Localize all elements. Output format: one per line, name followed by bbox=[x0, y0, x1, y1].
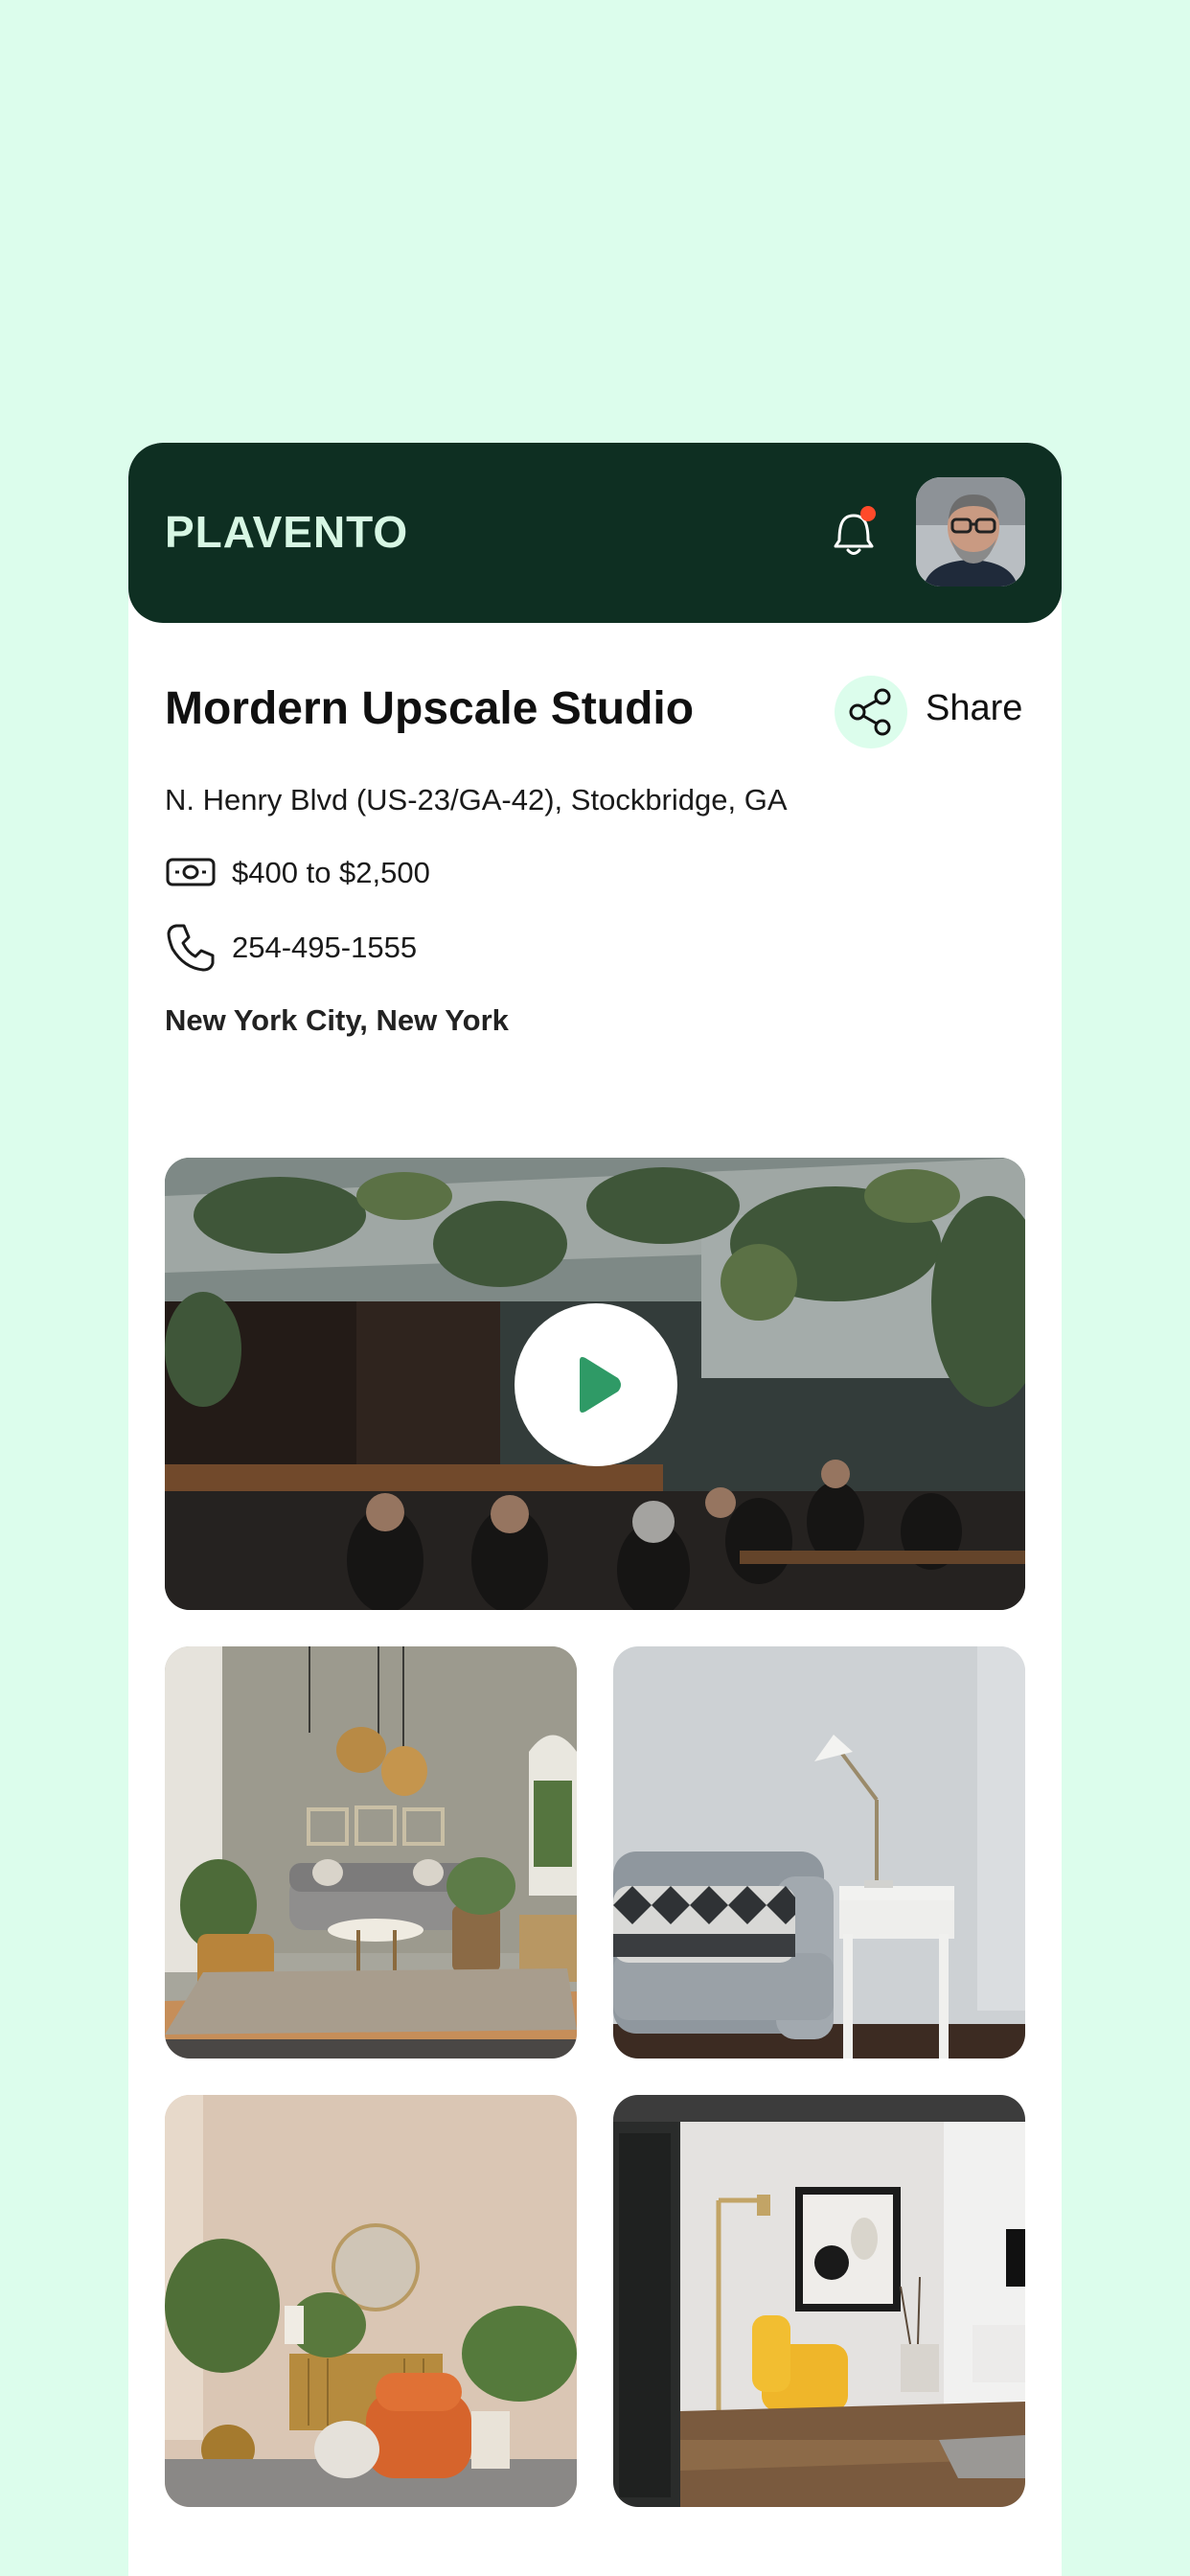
video-thumbnail[interactable] bbox=[165, 1158, 1025, 1610]
share-label[interactable]: Share bbox=[926, 688, 1022, 729]
listing-title: Mordern Upscale Studio bbox=[165, 683, 695, 734]
play-icon bbox=[580, 1357, 621, 1413]
share-button[interactable] bbox=[835, 676, 907, 748]
share-icon bbox=[849, 688, 891, 736]
listing-city: New York City, New York bbox=[165, 1003, 509, 1037]
phone-number[interactable]: 254-495-1555 bbox=[232, 931, 417, 965]
notification-dot bbox=[860, 506, 876, 521]
bell-icon[interactable] bbox=[826, 502, 881, 562]
money-icon bbox=[165, 853, 217, 896]
user-avatar[interactable] bbox=[916, 477, 1025, 586]
app-header: PLAVENTO bbox=[128, 443, 1062, 623]
listing-address: N. Henry Blvd (US-23/GA-42), Stockbridge… bbox=[165, 783, 788, 816]
gallery-photo-orange-chair-room[interactable] bbox=[165, 2095, 577, 2507]
listing-card: PLAVENTO Mordern Upscale Studio Share N.… bbox=[128, 443, 1062, 2576]
price-range: $400 to $2,500 bbox=[232, 856, 430, 889]
gallery-photo-gray-sofa[interactable] bbox=[613, 1646, 1025, 2058]
gallery-photo-living-room[interactable] bbox=[165, 1646, 577, 2058]
gallery-photo-yellow-chair-room[interactable] bbox=[613, 2095, 1025, 2507]
brand-logo[interactable]: PLAVENTO bbox=[165, 506, 408, 558]
play-button[interactable] bbox=[515, 1303, 677, 1466]
phone-icon bbox=[165, 922, 217, 978]
